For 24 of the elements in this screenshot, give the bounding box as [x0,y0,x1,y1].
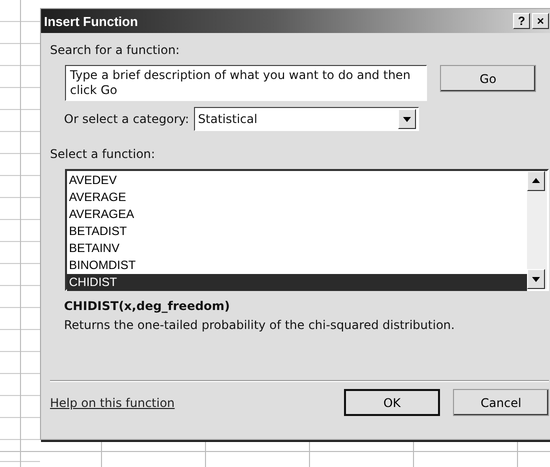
function-item[interactable]: CHIDIST [67,274,527,291]
function-item[interactable]: BINOMDIST [67,257,527,274]
function-item[interactable]: AVEDEV [67,172,527,189]
help-button[interactable]: ? [513,13,530,29]
category-select[interactable]: Statistical [194,107,420,131]
function-item[interactable]: BETADIST [67,223,527,240]
search-field[interactable]: Type a brief description of what you want to do and then click Go [65,65,427,101]
scroll-down-icon[interactable] [527,269,545,289]
ok-button[interactable]: OK [344,389,440,416]
category-label: Or select a category: [64,112,190,126]
function-item[interactable]: AVERAGE [67,189,527,206]
close-button[interactable]: × [532,13,549,29]
function-item[interactable]: AVERAGEA [67,206,527,223]
search-label: Search for a function: [50,43,181,57]
function-item[interactable]: BETAINV [67,240,527,257]
cancel-button[interactable]: Cancel [453,389,549,416]
function-list-label: Select a function: [50,147,156,161]
window-title: Insert Function [44,14,138,28]
scroll-up-icon[interactable] [527,171,545,191]
scrollbar[interactable] [527,171,547,289]
help-link[interactable]: Help on this function [50,396,344,410]
go-button[interactable]: Go [440,65,536,92]
function-description: Returns the one-tailed probability of the chi-squared distribution. [64,318,456,332]
function-signature: CHIDIST(x,deg_freedom) [64,299,231,313]
